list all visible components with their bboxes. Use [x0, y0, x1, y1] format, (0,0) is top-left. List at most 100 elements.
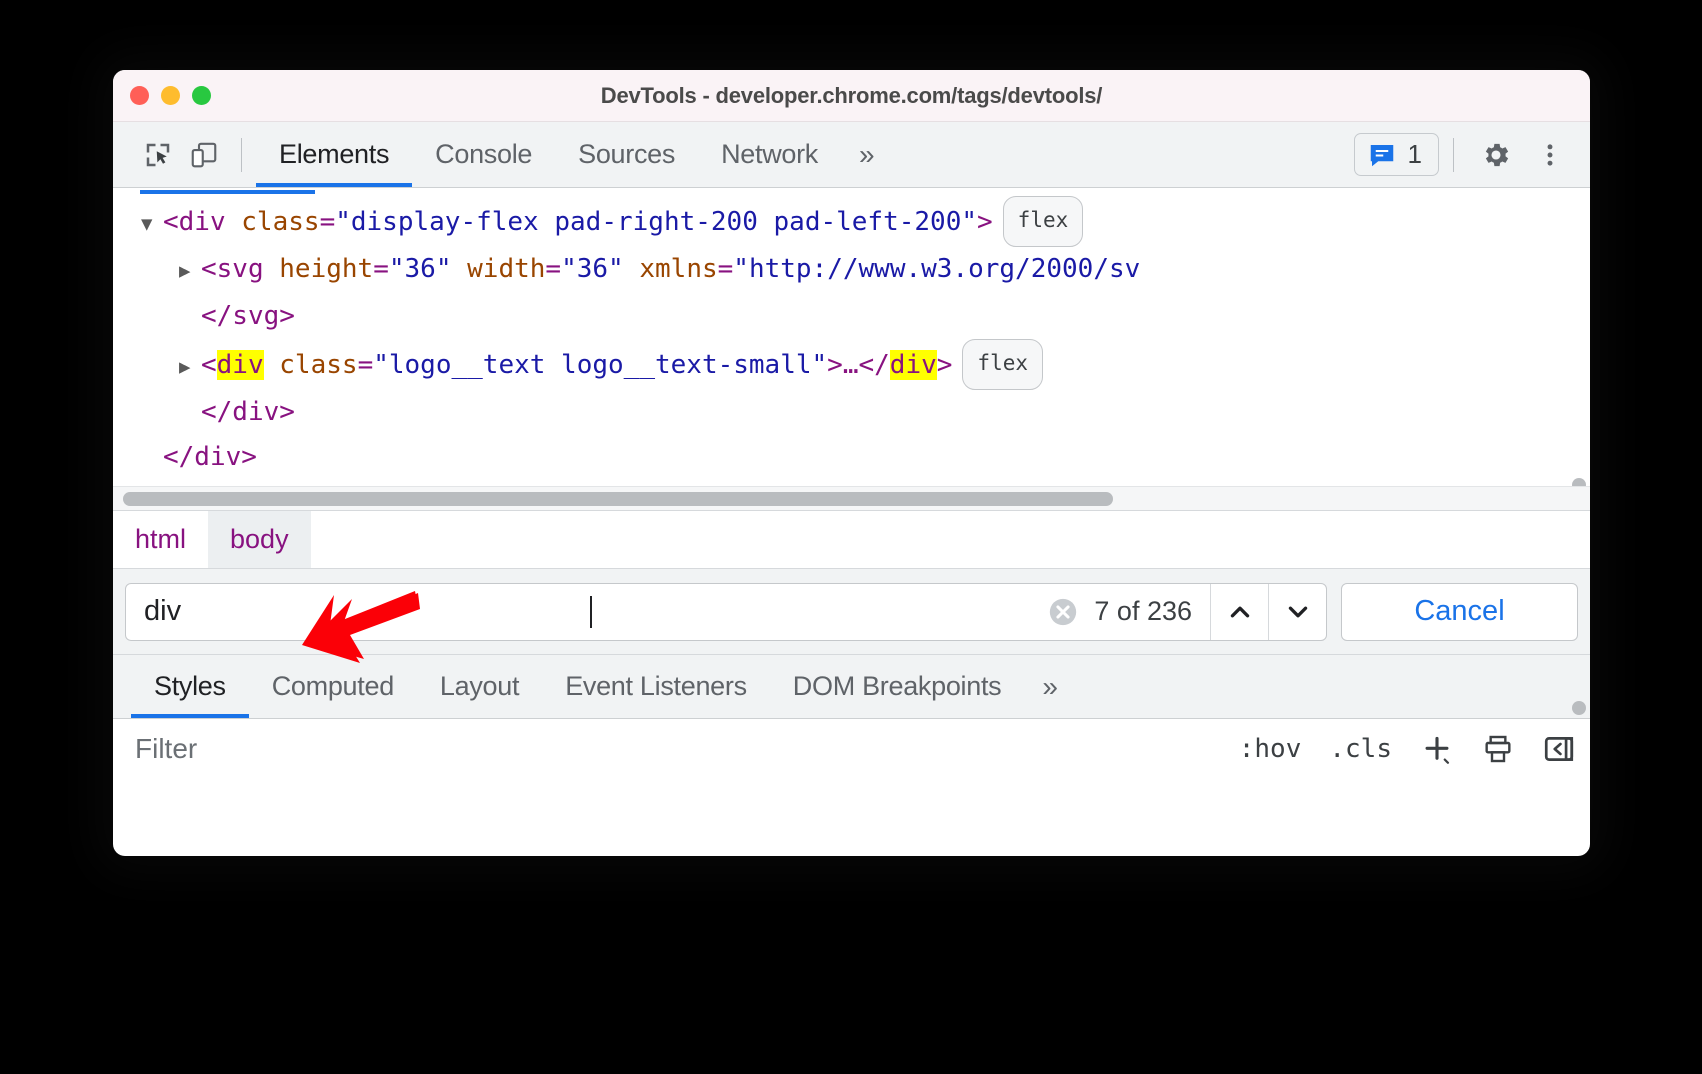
- dom-token: "36": [561, 254, 624, 284]
- dom-token: >: [977, 207, 993, 237]
- window-title-bar: DevTools - developer.chrome.com/tags/dev…: [113, 70, 1590, 122]
- breadcrumb-item-html-label: html: [135, 524, 186, 555]
- dom-token: class: [241, 207, 319, 237]
- dom-token: "logo__text logo__text-small": [373, 350, 827, 380]
- breadcrumb-item-html[interactable]: html: [113, 511, 208, 568]
- dom-token: >: [937, 350, 953, 380]
- dom-token: "display-flex pad-right-200 pad-left-200…: [335, 207, 977, 237]
- dom-token: "http://www.w3.org/2000/sv: [733, 254, 1140, 284]
- dom-token: [451, 254, 467, 284]
- dom-token: =: [545, 254, 561, 284]
- tab-computed-label: Computed: [272, 671, 394, 702]
- tab-network[interactable]: Network: [698, 122, 841, 187]
- dom-token: =: [373, 254, 389, 284]
- inspect-cursor-icon[interactable]: [135, 132, 181, 178]
- flex-badge[interactable]: flex: [962, 339, 1043, 390]
- dom-token: =: [320, 207, 336, 237]
- panel-tab-list: Elements Console Sources Network »: [256, 122, 893, 187]
- dom-token: [226, 207, 242, 237]
- dom-horizontal-scrollbar-track[interactable]: [113, 486, 1590, 510]
- dom-token: "36": [389, 254, 452, 284]
- styles-filter-bar: :hov .cls: [113, 719, 1590, 779]
- dom-tree-lines: <div class="display-flex pad-right-200 p…: [113, 196, 1590, 511]
- console-message-count: 1: [1408, 139, 1422, 170]
- more-sidebar-tabs-icon[interactable]: »: [1024, 655, 1076, 718]
- dom-horizontal-scrollbar-thumb[interactable]: [123, 492, 1113, 506]
- tab-sources[interactable]: Sources: [555, 122, 698, 187]
- console-message-badge[interactable]: 1: [1354, 133, 1439, 176]
- tab-elements[interactable]: Elements: [256, 122, 412, 187]
- more-tabs-icon[interactable]: »: [841, 122, 893, 187]
- collapse-panel-icon[interactable]: [1528, 732, 1590, 766]
- dom-tree-row[interactable]: <div class="logo__text logo__text-small"…: [113, 339, 1590, 390]
- search-match-count: 7 of 236: [1086, 596, 1210, 627]
- tab-event-listeners[interactable]: Event Listeners: [542, 655, 770, 718]
- styles-filter-input[interactable]: [113, 733, 1225, 765]
- plus-icon[interactable]: [1406, 732, 1468, 766]
- chevron-down-icon: [1285, 599, 1311, 625]
- breadcrumb: html body: [113, 511, 1590, 569]
- selected-node-underline: [140, 190, 315, 194]
- dom-token: <: [201, 350, 217, 380]
- search-input[interactable]: [126, 595, 604, 628]
- dom-token: div: [179, 207, 226, 237]
- print-style-icon[interactable]: [1468, 733, 1528, 765]
- dom-tree-panel[interactable]: <div class="display-flex pad-right-200 p…: [113, 188, 1590, 511]
- cls-toggle-button[interactable]: .cls: [1315, 734, 1406, 764]
- dom-tree-row[interactable]: </div>: [113, 390, 1590, 435]
- sidebar-tab-list: Styles Computed Layout Event Listeners D…: [113, 655, 1590, 719]
- tab-layout-label: Layout: [440, 671, 519, 702]
- cancel-button[interactable]: Cancel: [1341, 583, 1578, 641]
- tab-layout[interactable]: Layout: [417, 655, 542, 718]
- kebab-menu-icon[interactable]: [1524, 139, 1576, 171]
- hov-toggle-button[interactable]: :hov: [1225, 734, 1316, 764]
- expand-twisty-icon[interactable]: [179, 345, 201, 390]
- expand-twisty-icon[interactable]: [179, 249, 201, 294]
- search-prev-button[interactable]: [1210, 583, 1268, 641]
- tab-console[interactable]: Console: [412, 122, 555, 187]
- text-caret: [590, 596, 592, 628]
- traffic-light-buttons: [130, 86, 211, 105]
- dom-token: >: [827, 350, 843, 380]
- tab-event-listeners-label: Event Listeners: [565, 671, 747, 702]
- devtools-main-toolbar: Elements Console Sources Network » 1: [113, 122, 1590, 188]
- gear-icon[interactable]: [1468, 139, 1524, 171]
- dom-token: div: [890, 350, 937, 380]
- message-bubble-icon: [1367, 140, 1397, 170]
- dom-token: </: [858, 350, 889, 380]
- search-field-wrapper[interactable]: 7 of 236: [125, 583, 1327, 641]
- dom-token: height: [279, 254, 373, 284]
- dom-token: <: [201, 254, 217, 284]
- screenshot-stage: DevTools - developer.chrome.com/tags/dev…: [0, 0, 1702, 1074]
- tab-styles[interactable]: Styles: [131, 655, 249, 718]
- minimize-window-button[interactable]: [161, 86, 180, 105]
- tab-network-label: Network: [721, 139, 818, 170]
- device-toolbar-icon[interactable]: [181, 132, 227, 178]
- dom-token: =: [718, 254, 734, 284]
- toolbar-divider: [241, 138, 242, 172]
- dom-token: [264, 350, 280, 380]
- tab-dom-breakpoints-label: DOM Breakpoints: [793, 671, 1002, 702]
- close-window-button[interactable]: [130, 86, 149, 105]
- dom-tree-row[interactable]: <svg height="36" width="36" xmlns="http:…: [113, 247, 1590, 294]
- zoom-window-button[interactable]: [192, 86, 211, 105]
- dom-token: <: [163, 207, 179, 237]
- toolbar-divider-2: [1453, 138, 1454, 172]
- styles-vertical-scrollbar[interactable]: [1572, 701, 1586, 715]
- search-next-button[interactable]: [1268, 583, 1326, 641]
- tab-dom-breakpoints[interactable]: DOM Breakpoints: [770, 655, 1025, 718]
- tab-sources-label: Sources: [578, 139, 675, 170]
- chevron-up-icon: [1227, 599, 1253, 625]
- breadcrumb-item-body-label: body: [230, 524, 289, 555]
- dom-search-bar: 7 of 236 Cancel: [113, 569, 1590, 655]
- clear-circle-x-icon[interactable]: [1046, 595, 1080, 629]
- tab-computed[interactable]: Computed: [249, 655, 417, 718]
- expand-twisty-icon[interactable]: [141, 202, 163, 247]
- dom-tree-row[interactable]: </svg>: [113, 294, 1590, 339]
- dom-tree-row[interactable]: </div>: [113, 435, 1590, 480]
- dom-token: width: [467, 254, 545, 284]
- breadcrumb-item-body[interactable]: body: [208, 511, 311, 568]
- dom-tree-row[interactable]: <div class="display-flex pad-right-200 p…: [113, 196, 1590, 247]
- flex-badge[interactable]: flex: [1003, 196, 1084, 247]
- dom-token: </svg>: [201, 301, 295, 331]
